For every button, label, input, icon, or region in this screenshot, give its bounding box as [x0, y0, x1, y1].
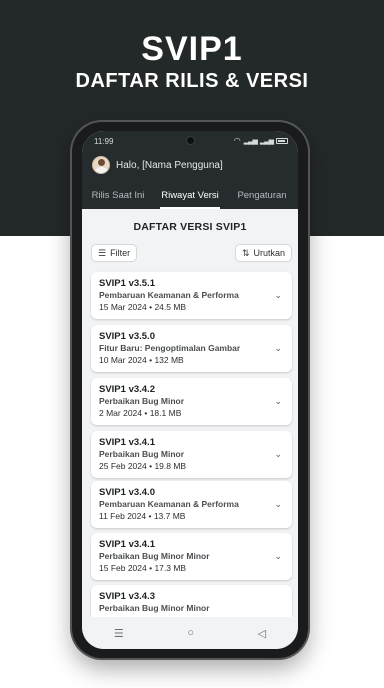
home-icon[interactable]: ○	[187, 627, 194, 639]
section-title: DAFTAR VERSI SVIP1	[133, 221, 247, 233]
tab-pengaturan[interactable]: Pengaturan	[226, 183, 298, 209]
version-description: Fitur Baru: Pengoptimalan Gambar	[99, 343, 241, 353]
signal-icon: ▂▃▅	[243, 137, 258, 145]
version-date: 15 Mar 2024	[99, 302, 147, 312]
version-meta: 15 Mar 2024 • 24.5 MB	[99, 302, 187, 312]
battery-icon	[276, 137, 288, 144]
version-meta: 10 Mar 2024 • 132 MB	[99, 355, 184, 365]
version-description: Pembaruan Keamanan & Performa	[99, 290, 239, 300]
back-icon[interactable]: ◁	[258, 627, 266, 640]
version-size: 17.3 MB	[154, 563, 187, 573]
sort-icon: ⇅	[241, 247, 250, 258]
status-icons: ◠ ▂▃▅ ▂▃▅	[234, 136, 288, 145]
version-list-content: DAFTAR VERSI SVIP1 ☰ Filter ⇅ Urutkan SV…	[82, 209, 298, 625]
system-nav-bar: ☰ ○ ◁	[82, 617, 298, 649]
phone-screen: 11:99 ◠ ▂▃▅ ▂▃▅ Halo, [Nama Pengguna] Ri…	[82, 131, 298, 649]
chevron-down-icon[interactable]: ⌄	[274, 551, 282, 562]
version-meta: 15 Feb 2024 • 17.3 MB	[99, 563, 187, 573]
version-card[interactable]: SVIP1 v3.5.0 Fitur Baru: Pengoptimalan G…	[91, 325, 292, 372]
version-name: SVIP1 v3.4.2	[99, 384, 155, 395]
tab-bar: Rilis Saat Ini Riwayat Versi Pengaturan	[82, 183, 298, 209]
app-bar: 11:99 ◠ ▂▃▅ ▂▃▅ Halo, [Nama Pengguna] Ri…	[82, 131, 298, 209]
camera-icon	[186, 136, 195, 145]
greeting-text: Halo, [Nama Pengguna]	[116, 159, 223, 171]
version-name: SVIP1 v3.4.3	[99, 591, 155, 602]
version-meta: 25 Feb 2024 • 19.8 MB	[99, 461, 187, 471]
sort-label: Urutkan	[253, 248, 285, 258]
version-date: 10 Mar 2024	[99, 355, 147, 365]
filter-button[interactable]: ☰ Filter	[91, 244, 138, 262]
chevron-down-icon[interactable]: ⌄	[274, 449, 282, 460]
sort-button[interactable]: ⇅ Urutkan	[234, 244, 292, 262]
version-size: 132 MB	[154, 355, 184, 365]
version-size: 13.7 MB	[153, 511, 186, 521]
version-meta: 11 Feb 2024 • 13.7 MB	[99, 511, 186, 521]
version-size: 24.5 MB	[154, 302, 187, 312]
version-size: 19.8 MB	[154, 461, 187, 471]
chevron-down-icon[interactable]: ⌄	[274, 499, 282, 510]
chevron-down-icon[interactable]: ⌄	[274, 343, 282, 354]
tab-rilis-saat-ini[interactable]: Rilis Saat Ini	[82, 183, 154, 209]
version-name: SVIP1 v3.5.1	[99, 278, 155, 289]
version-date: 11 Feb 2024	[99, 511, 147, 521]
version-date: 25 Feb 2024	[99, 461, 147, 471]
version-card[interactable]: SVIP1 v3.4.2 Perbaikan Bug Minor 2 Mar 2…	[91, 378, 292, 425]
version-date: 15 Feb 2024	[99, 563, 147, 573]
tab-riwayat-versi[interactable]: Riwayat Versi	[154, 183, 226, 209]
status-bar: 11:99 ◠ ▂▃▅ ▂▃▅	[82, 135, 298, 149]
version-name: SVIP1 v3.4.0	[99, 487, 155, 498]
avatar[interactable]	[92, 156, 110, 174]
version-name: SVIP1 v3.4.1	[99, 539, 155, 550]
status-time: 11:99	[94, 137, 114, 146]
version-date: 2 Mar 2024	[99, 408, 142, 418]
hero-title: SVIP1	[141, 30, 243, 68]
chevron-down-icon[interactable]: ⌄	[274, 396, 282, 407]
version-description: Perbaikan Bug Minor	[99, 449, 185, 459]
version-card[interactable]: SVIP1 v3.5.1 Pembaruan Keamanan & Perfor…	[91, 272, 292, 319]
version-description: Perbaikan Bug Minor	[99, 396, 185, 406]
version-description: Perbaikan Bug Minor Minor	[99, 603, 210, 613]
chevron-down-icon[interactable]: ⌄	[274, 290, 282, 301]
version-card[interactable]: SVIP1 v3.4.1 Perbaikan Bug Minor 25 Feb …	[91, 431, 292, 478]
version-description: Pembaruan Keamanan & Performa	[99, 499, 239, 509]
version-meta: 2 Mar 2024 • 18.1 MB	[99, 408, 182, 418]
version-name: SVIP1 v3.5.0	[99, 331, 155, 342]
version-size: 18.1 MB	[149, 408, 182, 418]
wifi-icon: ◠	[233, 136, 241, 145]
user-greeting-row: Halo, [Nama Pengguna]	[92, 156, 223, 174]
version-card[interactable]: SVIP1 v3.4.0 Pembaruan Keamanan & Perfor…	[91, 481, 292, 528]
hero-subtitle: DAFTAR RILIS & VERSI	[75, 70, 309, 92]
version-name: SVIP1 v3.4.1	[99, 437, 155, 448]
recent-apps-icon[interactable]: ☰	[114, 627, 124, 640]
version-description: Perbaikan Bug Minor Minor	[99, 551, 210, 561]
version-card[interactable]: SVIP1 v3.4.1 Perbaikan Bug Minor Minor 1…	[91, 533, 292, 580]
signal-icon-2: ▂▃▅	[259, 137, 274, 145]
filter-label: Filter	[110, 248, 131, 258]
filter-icon: ☰	[98, 247, 107, 258]
